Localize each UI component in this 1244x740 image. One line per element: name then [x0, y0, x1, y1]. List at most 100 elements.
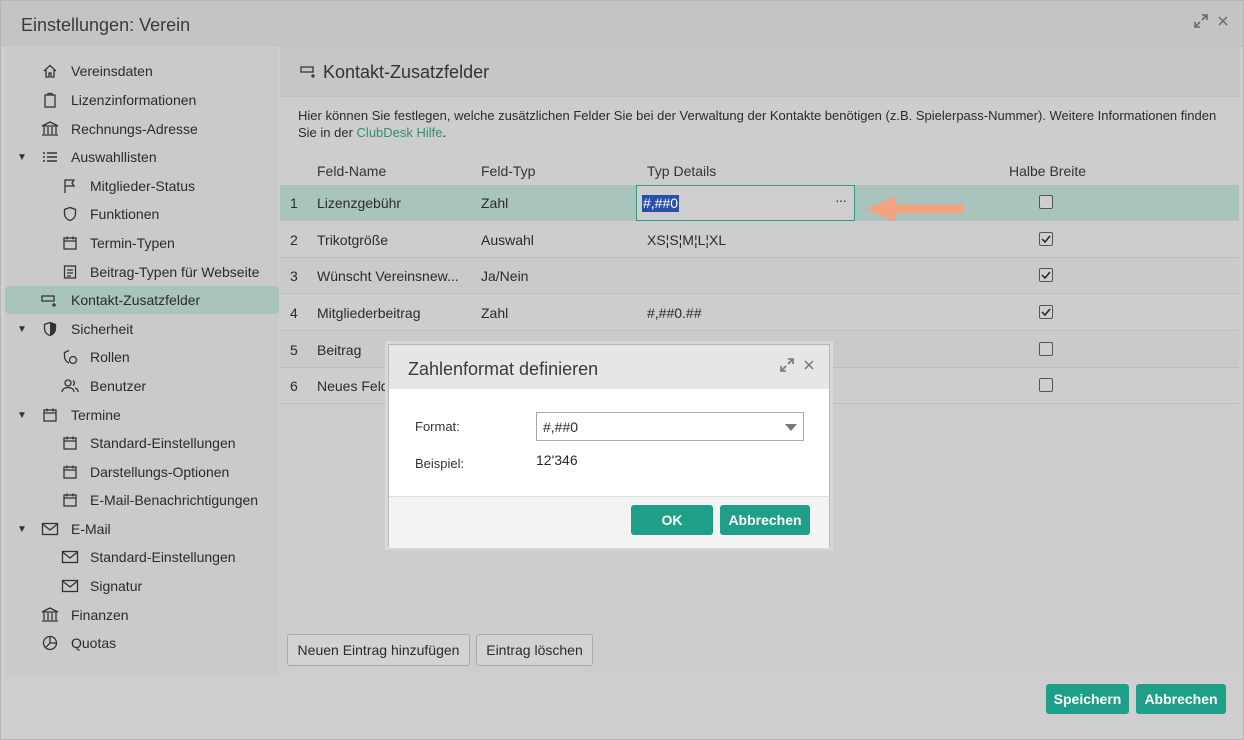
- half-width-checkbox[interactable]: [1039, 378, 1053, 392]
- row-number: 2: [290, 232, 298, 248]
- format-label: Format:: [415, 419, 460, 434]
- sidebar-item-darstellungs-optionen[interactable]: Darstellungs-Optionen: [5, 458, 279, 486]
- delete-entry-button[interactable]: Eintrag löschen: [476, 634, 593, 666]
- sidebar-item-kontakt-zusatzfelder[interactable]: Kontakt-Zusatzfelder: [5, 286, 279, 314]
- mail-icon: [61, 577, 79, 595]
- caret-down-icon[interactable]: ▼: [17, 152, 27, 163]
- sidebar-item-signatur[interactable]: Signatur: [5, 572, 279, 600]
- caret-down-icon[interactable]: ▼: [17, 324, 27, 335]
- sidebar-item-auswahllisten[interactable]: ▼ Auswahllisten: [5, 143, 279, 171]
- field-type[interactable]: Zahl: [481, 305, 508, 321]
- caret-down-icon[interactable]: ▼: [17, 410, 27, 421]
- table-row[interactable]: 1 Lizenzgebühr Zahl #,##0 ···: [280, 185, 1239, 221]
- sidebar-item-label: Rollen: [90, 349, 130, 365]
- ok-button[interactable]: OK: [631, 505, 713, 535]
- half-width-checkbox[interactable]: [1039, 268, 1053, 282]
- sidebar-item-termine[interactable]: ▼ Termine: [5, 401, 279, 429]
- sidebar-item-label: Signatur: [90, 578, 143, 594]
- settings-window: Einstellungen: Verein Vereinsdaten Lizen…: [0, 0, 1244, 740]
- half-width-checkbox[interactable]: [1039, 195, 1053, 209]
- save-button[interactable]: Speichern: [1046, 684, 1129, 714]
- field-name[interactable]: Neues Feld: [317, 378, 389, 394]
- field-name[interactable]: Wünscht Vereinsnew...: [317, 268, 459, 284]
- close-icon[interactable]: [803, 357, 815, 376]
- table-row[interactable]: 3 Wünscht Vereinsnew... Ja/Nein: [280, 258, 1239, 294]
- dialog-header: Zahlenformat definieren: [389, 345, 829, 389]
- sidebar-item-label: Lizenzinformationen: [71, 92, 197, 108]
- column-header-half-width[interactable]: Halbe Breite: [1009, 163, 1086, 179]
- chevron-down-icon[interactable]: [785, 424, 797, 431]
- add-entry-button[interactable]: Neuen Eintrag hinzufügen: [287, 634, 470, 666]
- sidebar-item-finanzen[interactable]: Finanzen: [5, 601, 279, 629]
- table-row[interactable]: 2 Trikotgröße Auswahl XS¦S¦M¦L¦XL: [280, 222, 1239, 258]
- sidebar-item-email-standard[interactable]: Standard-Einstellungen: [5, 543, 279, 571]
- format-select[interactable]: #,##0: [536, 412, 804, 441]
- list-icon: [41, 148, 59, 166]
- maximize-icon[interactable]: [779, 357, 795, 376]
- sidebar-item-label: Beitrag-Typen für Webseite: [90, 264, 260, 280]
- sidebar-item-email-benachrichtigungen[interactable]: E-Mail-Benachrichtigungen: [5, 486, 279, 514]
- mail-icon: [41, 520, 59, 538]
- sidebar-item-rechnungs-adresse[interactable]: Rechnungs-Adresse: [5, 115, 279, 143]
- caret-down-icon[interactable]: ▼: [17, 524, 27, 535]
- sidebar-item-lizenzinformationen[interactable]: Lizenzinformationen: [5, 86, 279, 114]
- help-link[interactable]: ClubDesk Hilfe: [357, 125, 443, 140]
- cancel-button[interactable]: Abbrechen: [1136, 684, 1226, 714]
- sidebar-item-label: Quotas: [71, 635, 117, 651]
- ellipsis-icon[interactable]: ···: [835, 192, 847, 208]
- users-icon: [61, 377, 79, 395]
- sidebar-item-termine-standard[interactable]: Standard-Einstellungen: [5, 429, 279, 457]
- type-details[interactable]: #,##0.##: [647, 305, 702, 321]
- row-number: 4: [290, 305, 298, 321]
- panel-header: Kontakt-Zusatzfelder: [280, 47, 1240, 97]
- maximize-icon[interactable]: [1193, 13, 1209, 32]
- half-width-checkbox[interactable]: [1039, 232, 1053, 246]
- sidebar-item-benutzer[interactable]: Benutzer: [5, 372, 279, 400]
- sidebar-item-sicherheit[interactable]: ▼ Sicherheit: [5, 315, 279, 343]
- panel-title: Kontakt-Zusatzfelder: [323, 62, 490, 82]
- sidebar-item-vereinsdaten[interactable]: Vereinsdaten: [5, 57, 279, 85]
- sidebar-item-quotas[interactable]: Quotas: [5, 629, 279, 657]
- sidebar-item-label: Mitglieder-Status: [90, 178, 196, 194]
- sidebar-item-beitrag-typen[interactable]: Beitrag-Typen für Webseite: [5, 258, 279, 286]
- field-name[interactable]: Mitgliederbeitrag: [317, 305, 421, 321]
- close-icon[interactable]: [1217, 13, 1229, 32]
- field-name[interactable]: Lizenzgebühr: [317, 195, 401, 211]
- type-details-editor[interactable]: #,##0 ···: [636, 185, 855, 221]
- pie-icon: [41, 634, 59, 652]
- field-name[interactable]: Trikotgröße: [317, 232, 388, 248]
- dialog-cancel-button[interactable]: Abbrechen: [720, 505, 810, 535]
- home-icon: [41, 62, 59, 80]
- sidebar-item-label: E-Mail: [71, 521, 111, 537]
- sidebar-item-funktionen[interactable]: Funktionen: [5, 200, 279, 228]
- sidebar-item-label: Termin-Typen: [90, 235, 175, 251]
- type-details[interactable]: XS¦S¦M¦L¦XL: [647, 232, 726, 248]
- half-width-checkbox[interactable]: [1039, 342, 1053, 356]
- field-type[interactable]: Auswahl: [481, 232, 534, 248]
- flag-icon: [61, 177, 79, 195]
- document-icon: [61, 263, 79, 281]
- table-row[interactable]: 4 Mitgliederbeitrag Zahl #,##0.##: [280, 295, 1239, 331]
- sidebar-item-termin-typen[interactable]: Termin-Typen: [5, 229, 279, 257]
- row-number: 1: [290, 195, 298, 211]
- bank-icon: [41, 120, 59, 138]
- mail-icon: [61, 548, 79, 566]
- calendar-icon: [61, 434, 79, 452]
- column-header-details[interactable]: Typ Details: [647, 163, 716, 179]
- table-header: Feld-Name Feld-Typ Typ Details Halbe Bre…: [280, 151, 1240, 185]
- field-name[interactable]: Beitrag: [317, 342, 361, 358]
- sidebar-item-rollen[interactable]: Rollen: [5, 343, 279, 371]
- sidebar: Vereinsdaten Lizenzinformationen Rechnun…: [5, 47, 279, 677]
- sidebar-item-label: Standard-Einstellungen: [90, 435, 236, 451]
- field-type[interactable]: Zahl: [481, 195, 508, 211]
- sidebar-item-mitglieder-status[interactable]: Mitglieder-Status: [5, 172, 279, 200]
- type-details-input[interactable]: #,##0: [642, 195, 680, 212]
- sidebar-item-label: Finanzen: [71, 607, 129, 623]
- format-value[interactable]: #,##0: [543, 419, 578, 435]
- sidebar-item-email[interactable]: ▼ E-Mail: [5, 515, 279, 543]
- column-header-name[interactable]: Feld-Name: [317, 163, 386, 179]
- column-header-type[interactable]: Feld-Typ: [481, 163, 535, 179]
- annotation-arrow-icon: [866, 196, 964, 222]
- field-type[interactable]: Ja/Nein: [481, 268, 528, 284]
- half-width-checkbox[interactable]: [1039, 305, 1053, 319]
